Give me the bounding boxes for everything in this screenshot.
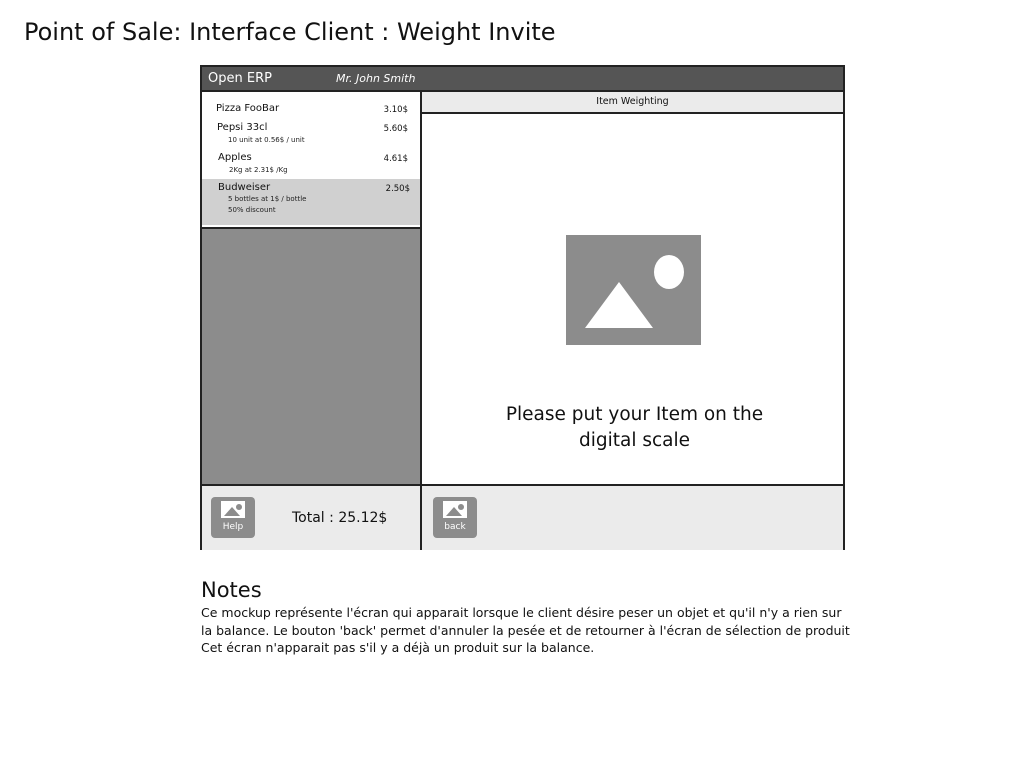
order-line-name: Apples <box>218 152 252 163</box>
order-line-discount: 50% discount <box>228 206 276 214</box>
notes-line: Cet écran n'apparait pas s'il y a déjà u… <box>201 640 595 655</box>
notes-line: Ce mockup représente l'écran qui apparai… <box>201 605 842 620</box>
user-name: Mr. John Smith <box>336 72 416 85</box>
brand-label: Open ERP <box>208 71 272 86</box>
back-button[interactable]: back <box>433 497 477 538</box>
scale-image-placeholder <box>566 235 701 345</box>
order-line-price: 5.60$ <box>383 124 408 134</box>
order-line-detail: 10 unit at 0.56$ / unit <box>228 136 305 144</box>
order-list-empty-area <box>202 229 420 485</box>
order-line-budweiser[interactable]: Budweiser 2.50$ 5 bottles at 1$ / bottle… <box>202 179 420 225</box>
order-line-price: 2.50$ <box>385 184 410 194</box>
panel-body: Please put your Item on the digital scal… <box>422 114 843 484</box>
instruction-line-1: Please put your Item on the <box>505 404 764 425</box>
order-line-name: Pepsi 33cl <box>217 122 268 133</box>
notes-line: la balance. Le bouton 'back' permet d'an… <box>201 622 850 638</box>
help-button[interactable]: Help <box>211 497 255 538</box>
notes-title: Notes <box>201 578 262 602</box>
order-line-detail: 5 bottles at 1$ / bottle <box>228 195 307 203</box>
order-total: Total : 25.12$ <box>292 510 388 526</box>
order-line-price: 4.61$ <box>383 154 408 164</box>
right-footer: back <box>422 484 843 550</box>
page-title: Point of Sale: Interface Client : Weight… <box>24 18 556 46</box>
panel-title: Item Weighting <box>422 92 843 114</box>
order-line-apples[interactable]: Apples 4.61$ 2Kg at 2.31$ /Kg <box>202 150 420 176</box>
order-line-price: 3.10$ <box>383 105 408 115</box>
instruction-line-2: digital scale <box>578 430 691 451</box>
notes-text: Ce mockup représente l'écran qui apparai… <box>201 604 901 657</box>
order-line-detail: 2Kg at 2.31$ /Kg <box>229 166 288 174</box>
top-bar: Open ERP Mr. John Smith <box>202 67 843 92</box>
left-footer: Help Total : 25.12$ <box>202 484 420 550</box>
pos-window: Open ERP Mr. John Smith Pizza FooBar 3.1… <box>200 65 845 550</box>
order-list: Pizza FooBar 3.10$ Pepsi 33cl 5.60$ 10 u… <box>202 92 420 229</box>
order-line-pizza[interactable]: Pizza FooBar 3.10$ <box>202 100 420 118</box>
weigh-instruction: Please put your Item on the digital scal… <box>482 402 787 454</box>
image-placeholder-icon <box>221 501 245 518</box>
back-button-label: back <box>444 522 466 532</box>
image-placeholder-icon <box>443 501 467 518</box>
help-button-label: Help <box>222 522 244 532</box>
order-line-pepsi[interactable]: Pepsi 33cl 5.60$ 10 unit at 0.56$ / unit <box>202 120 420 146</box>
weighting-panel: Item Weighting Please put your Item on t… <box>422 92 843 550</box>
notes-section: Notes Ce mockup représente l'écran qui a… <box>201 578 901 657</box>
order-line-name: Budweiser <box>218 182 271 193</box>
order-column: Pizza FooBar 3.10$ Pepsi 33cl 5.60$ 10 u… <box>202 92 422 550</box>
order-line-name: Pizza FooBar <box>216 103 280 114</box>
